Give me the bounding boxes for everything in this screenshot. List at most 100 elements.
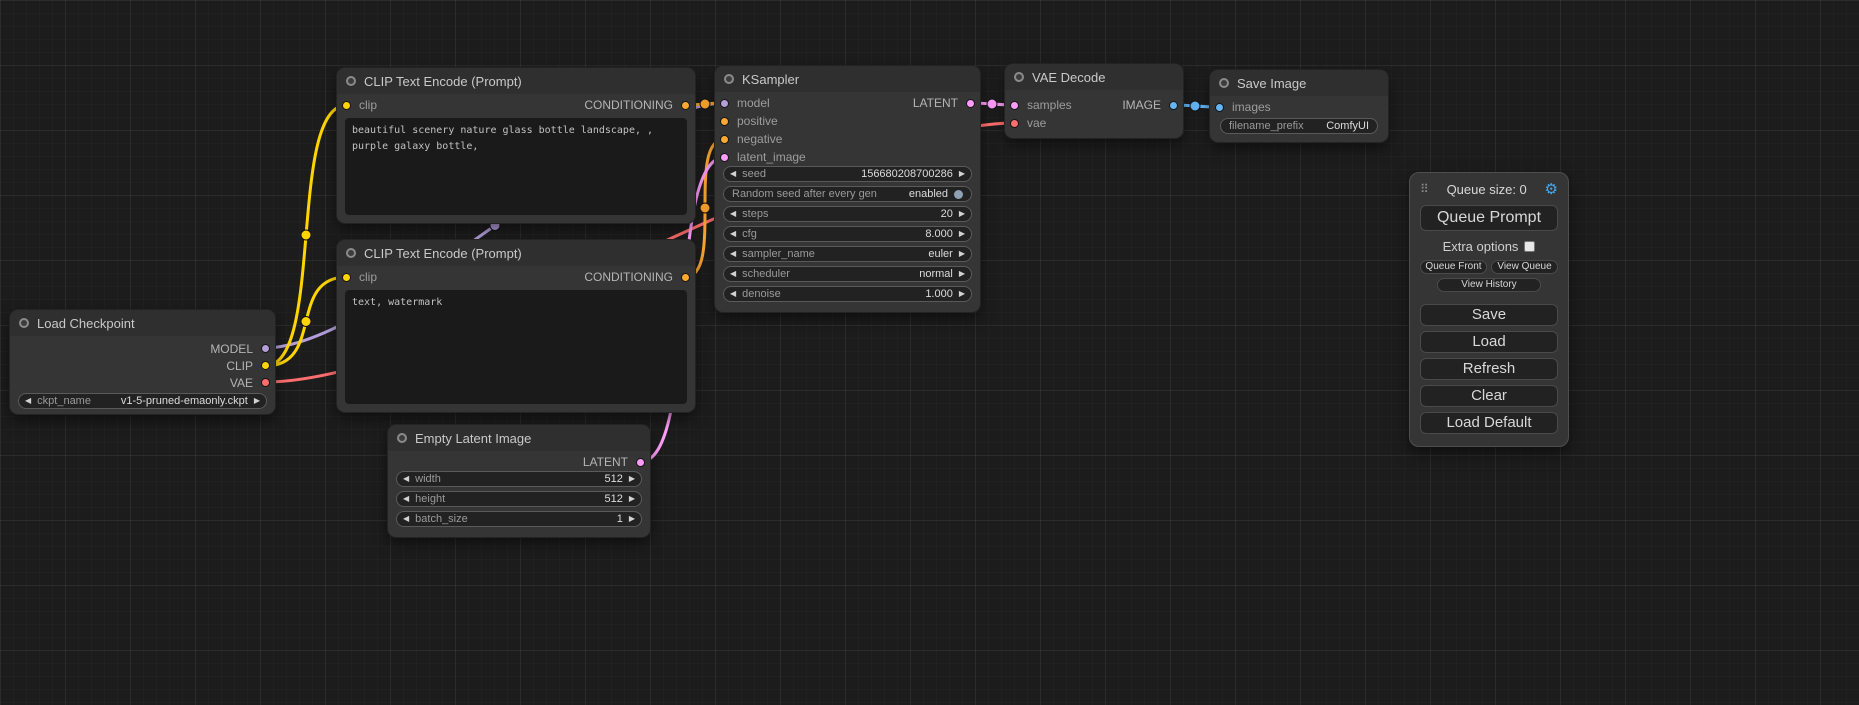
widget-value: ComfyUI [1326, 120, 1369, 132]
widget-rows: ◀ width 512 ▶ ◀ height 512 ▶ ◀ batch_siz… [388, 471, 650, 527]
queue-prompt-button[interactable]: Queue Prompt [1420, 205, 1558, 231]
output-label-vae: VAE [230, 376, 253, 390]
port-vae-input[interactable] [1010, 119, 1019, 128]
increment-arrow-icon[interactable]: ▶ [953, 267, 971, 281]
decrement-arrow-icon[interactable]: ◀ [19, 394, 37, 408]
increment-arrow-icon[interactable]: ▶ [623, 472, 641, 486]
increment-arrow-icon[interactable]: ▶ [953, 247, 971, 261]
port-clip-input[interactable] [342, 101, 351, 110]
widget-value: 512 [604, 493, 622, 505]
denoise-widget[interactable]: ◀ denoise 1.000 ▶ [723, 286, 972, 302]
batch-size-widget[interactable]: ◀ batch_size 1 ▶ [396, 511, 642, 527]
collapse-dot-icon[interactable] [1219, 78, 1229, 88]
collapse-dot-icon[interactable] [346, 76, 356, 86]
sampler-name-widget[interactable]: ◀ sampler_name euler ▶ [723, 246, 972, 262]
node-title-bar: VAE Decode [1005, 64, 1183, 90]
widget-value: normal [919, 268, 953, 280]
decrement-arrow-icon[interactable]: ◀ [724, 207, 742, 221]
decrement-arrow-icon[interactable]: ◀ [724, 227, 742, 241]
latent-output-row: LATENT [715, 94, 980, 112]
queue-front-button[interactable]: Queue Front [1420, 260, 1487, 274]
port-clip-output[interactable] [261, 361, 270, 370]
port-vae-output[interactable] [261, 378, 270, 387]
ckpt-name-widget[interactable]: ◀ ckpt_name v1-5-pruned-emaonly.ckpt ▶ [18, 393, 267, 409]
node-graph-canvas[interactable]: Load Checkpoint MODEL CLIP VAE [0, 0, 1859, 705]
collapse-dot-icon[interactable] [19, 318, 29, 328]
input-label-vae: vae [1027, 116, 1046, 130]
view-queue-button[interactable]: View Queue [1491, 260, 1558, 274]
increment-arrow-icon[interactable]: ▶ [248, 394, 266, 408]
increment-arrow-icon[interactable]: ▶ [953, 227, 971, 241]
seed-widget[interactable]: ◀ seed 156680208700286 ▶ [723, 166, 972, 182]
random-seed-toggle-widget[interactable]: Random seed after every gen enabled [723, 186, 972, 202]
cfg-widget[interactable]: ◀ cfg 8.000 ▶ [723, 226, 972, 242]
widget-label: width [415, 473, 441, 485]
port-samples-input[interactable] [1010, 101, 1019, 110]
decrement-arrow-icon[interactable]: ◀ [397, 512, 415, 526]
clear-button[interactable]: Clear [1420, 385, 1558, 407]
collapse-dot-icon[interactable] [724, 74, 734, 84]
node-title: Save Image [1237, 76, 1306, 91]
port-model-output[interactable] [261, 344, 270, 353]
port-image-output[interactable] [1169, 101, 1178, 110]
port-images-input[interactable] [1215, 103, 1224, 112]
collapse-dot-icon[interactable] [346, 248, 356, 258]
node-save-image[interactable]: Save Image images filename_prefix ComfyU… [1210, 70, 1388, 142]
node-empty-latent-image[interactable]: Empty Latent Image LATENT ◀ width 512 ▶ … [388, 425, 650, 537]
decrement-arrow-icon[interactable]: ◀ [397, 472, 415, 486]
menu-header: ⠿ Queue size: 0 ⚙ [1420, 179, 1558, 199]
node-load-checkpoint[interactable]: Load Checkpoint MODEL CLIP VAE [10, 310, 275, 414]
height-widget[interactable]: ◀ height 512 ▶ [396, 491, 642, 507]
node-clip-text-encode-negative[interactable]: CLIP Text Encode (Prompt) clip CONDITION… [337, 240, 695, 412]
increment-arrow-icon[interactable]: ▶ [623, 512, 641, 526]
save-button[interactable]: Save [1420, 304, 1558, 326]
output-label-latent: LATENT [913, 96, 958, 110]
increment-arrow-icon[interactable]: ▶ [623, 492, 641, 506]
settings-gear-icon[interactable]: ⚙ [1545, 180, 1558, 198]
increment-arrow-icon[interactable]: ▶ [953, 287, 971, 301]
port-positive-input[interactable] [720, 117, 729, 126]
input-label-samples: samples [1027, 98, 1072, 112]
port-latent-output[interactable] [636, 458, 645, 467]
port-latent-output[interactable] [966, 99, 975, 108]
decrement-arrow-icon[interactable]: ◀ [724, 287, 742, 301]
port-latent-image-input[interactable] [720, 153, 729, 162]
decrement-arrow-icon[interactable]: ◀ [397, 492, 415, 506]
width-widget[interactable]: ◀ width 512 ▶ [396, 471, 642, 487]
refresh-button[interactable]: Refresh [1420, 358, 1558, 380]
view-history-button[interactable]: View History [1437, 278, 1542, 292]
widget-label: Random seed after every gen [732, 188, 877, 200]
load-default-button[interactable]: Load Default [1420, 412, 1558, 434]
scheduler-widget[interactable]: ◀ scheduler normal ▶ [723, 266, 972, 282]
output-label-clip: CLIP [226, 359, 253, 373]
filename-prefix-widget[interactable]: filename_prefix ComfyUI [1220, 118, 1378, 134]
port-negative-input[interactable] [720, 135, 729, 144]
load-button[interactable]: Load [1420, 331, 1558, 353]
input-label-negative: negative [737, 132, 782, 146]
decrement-arrow-icon[interactable]: ◀ [724, 267, 742, 281]
widget-value: 8.000 [925, 228, 953, 240]
node-vae-decode[interactable]: VAE Decode samples IMAGE vae [1005, 64, 1183, 138]
node-ksampler[interactable]: KSampler LATENT model positive [715, 66, 980, 312]
port-clip-input[interactable] [342, 273, 351, 282]
decrement-arrow-icon[interactable]: ◀ [724, 247, 742, 261]
increment-arrow-icon[interactable]: ▶ [953, 167, 971, 181]
toggle-dot[interactable] [954, 190, 963, 199]
steps-widget[interactable]: ◀ steps 20 ▶ [723, 206, 972, 222]
extra-options-checkbox[interactable] [1524, 241, 1535, 252]
negative-prompt-textarea[interactable]: text, watermark [345, 290, 687, 404]
port-conditioning-output[interactable] [681, 101, 690, 110]
output-label-conditioning: CONDITIONING [584, 270, 673, 284]
collapse-dot-icon[interactable] [397, 433, 407, 443]
wire-dot-clip-negative [301, 317, 311, 327]
output-label-model: MODEL [210, 342, 253, 356]
increment-arrow-icon[interactable]: ▶ [953, 207, 971, 221]
node-clip-text-encode-positive[interactable]: CLIP Text Encode (Prompt) clip CONDITION… [337, 68, 695, 223]
node-title: CLIP Text Encode (Prompt) [364, 246, 522, 261]
positive-prompt-textarea[interactable]: beautiful scenery nature glass bottle la… [345, 118, 687, 215]
port-conditioning-output[interactable] [681, 273, 690, 282]
drag-handle-icon[interactable]: ⠿ [1420, 182, 1429, 196]
decrement-arrow-icon[interactable]: ◀ [724, 167, 742, 181]
collapse-dot-icon[interactable] [1014, 72, 1024, 82]
node-title-bar: Load Checkpoint [10, 310, 275, 336]
